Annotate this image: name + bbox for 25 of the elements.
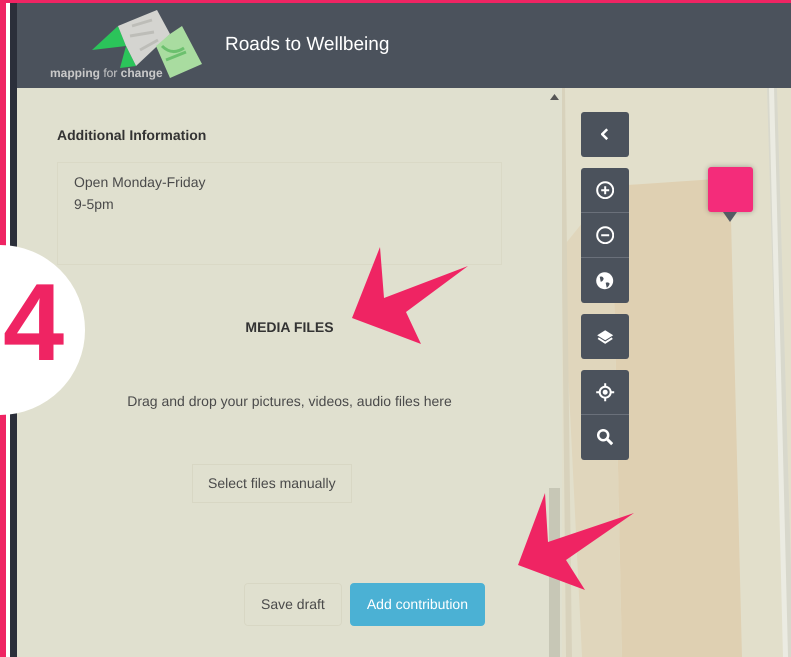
globe-button[interactable] bbox=[581, 258, 629, 303]
chevron-left-icon bbox=[601, 128, 609, 141]
media-files-title: MEDIA FILES bbox=[244, 318, 335, 337]
select-files-button[interactable]: Select files manually bbox=[192, 464, 352, 503]
globe-icon bbox=[595, 270, 615, 290]
zoom-out-button[interactable] bbox=[581, 213, 629, 258]
step-number: 4 bbox=[3, 268, 64, 378]
marker-pointer-icon bbox=[723, 212, 737, 222]
crosshair-icon bbox=[594, 382, 616, 402]
locate-button[interactable] bbox=[581, 370, 629, 415]
layers-button[interactable] bbox=[581, 314, 629, 359]
save-draft-button[interactable]: Save draft bbox=[244, 583, 342, 626]
section-title: Additional Information bbox=[57, 126, 208, 145]
app-title: Roads to Wellbeing bbox=[225, 33, 390, 58]
logo-text: mapping for change bbox=[50, 64, 163, 82]
map-marker[interactable] bbox=[708, 167, 753, 212]
info-text-box: Open Monday-Friday 9-5pm bbox=[57, 162, 502, 265]
layers-icon bbox=[596, 329, 614, 344]
drop-hint: Drag and drop your pictures, videos, audio files here bbox=[126, 392, 453, 411]
zoom-in-button[interactable] bbox=[581, 168, 629, 213]
search-button[interactable] bbox=[581, 415, 629, 460]
zoom-in-icon bbox=[596, 180, 614, 200]
search-icon bbox=[596, 429, 614, 446]
scroll-up-icon[interactable] bbox=[550, 94, 559, 100]
zoom-out-icon bbox=[596, 226, 614, 244]
